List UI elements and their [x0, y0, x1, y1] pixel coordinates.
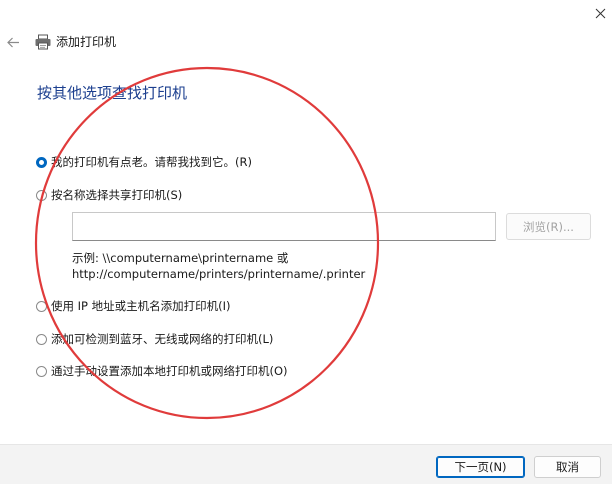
example-text-line-1: 示例: \\computername\printername 或: [72, 251, 289, 265]
dialog-header: 添加打印机: [0, 28, 612, 58]
printer-icon: [35, 34, 51, 50]
back-arrow-icon: [6, 37, 19, 47]
browse-button[interactable]: 浏览(R)...: [506, 213, 591, 240]
option-label: 按名称选择共享打印机(S): [51, 188, 183, 202]
back-button[interactable]: [4, 33, 22, 51]
next-button[interactable]: 下一页(N): [436, 456, 525, 478]
window-title: 添加打印机: [56, 35, 117, 49]
dialog-footer: 下一页(N) 取消: [0, 444, 612, 484]
radio-button[interactable]: [36, 189, 47, 201]
option-old-printer[interactable]: 我的打印机有点老。请帮我找到它。(R): [36, 153, 252, 171]
option-label: 使用 IP 地址或主机名添加打印机(I): [51, 299, 231, 313]
radio-button[interactable]: [36, 365, 47, 377]
close-button[interactable]: [589, 0, 612, 26]
page-heading: 按其他选项查找打印机: [37, 84, 188, 102]
radio-button[interactable]: [36, 333, 47, 345]
annotation-circle: [34, 66, 380, 420]
option-label: 通过手动设置添加本地打印机或网络打印机(O): [51, 364, 288, 378]
shared-printer-name-input[interactable]: [72, 212, 496, 241]
close-icon: [595, 8, 606, 18]
option-label: 添加可检测到蓝牙、无线或网络的打印机(L): [51, 332, 274, 346]
option-ip-hostname[interactable]: 使用 IP 地址或主机名添加打印机(I): [36, 297, 231, 315]
radio-button-checked[interactable]: [36, 156, 47, 168]
option-manual-setup[interactable]: 通过手动设置添加本地打印机或网络打印机(O): [36, 362, 288, 380]
option-bluetooth-wireless[interactable]: 添加可检测到蓝牙、无线或网络的打印机(L): [36, 330, 273, 348]
radio-button[interactable]: [36, 300, 47, 312]
option-label: 我的打印机有点老。请帮我找到它。(R): [51, 155, 252, 169]
option-shared-printer[interactable]: 按名称选择共享打印机(S): [36, 186, 182, 204]
example-text-line-2: http://computername/printers/printername…: [72, 267, 366, 281]
cancel-button[interactable]: 取消: [534, 456, 601, 478]
